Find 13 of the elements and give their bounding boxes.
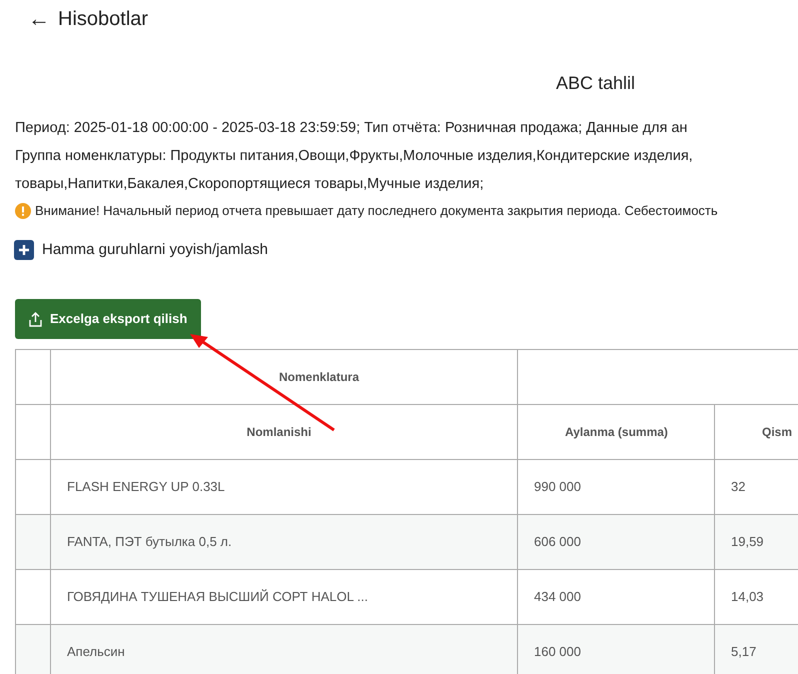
report-parameters-line: Период: 2025-01-18 00:00:00 - 2025-03-18 23:59:59; Тип отчёта: Розничная продажа; Данные для ан <box>15 119 688 138</box>
expand-plus-icon[interactable] <box>14 240 34 260</box>
warning-icon <box>15 203 31 219</box>
group-header-cell: Nomenklatura <box>50 350 518 404</box>
page-title: Hisobotlar <box>58 6 148 32</box>
export-excel-button[interactable]: Excelga eksport qilish <box>15 299 202 339</box>
toggle-groups-link[interactable]: Hamma guruhlarni yoyish/jamlash <box>42 238 268 262</box>
warning-text: Внимание! Начальный период отчета превышает дату последнего документа закрытия периода. Себестоимость <box>35 202 718 220</box>
back-arrow-icon[interactable]: ← <box>28 8 50 30</box>
report-parameters-line: Группа номенклатуры: Продукты питания,Овощи,Фрукты,Молочные изделия,Кондитерские изделия, <box>15 147 694 166</box>
report-parameters-line: товары,Напитки,Бакалея,Скоропортящиеся товары,Мучные изделия; <box>15 175 485 194</box>
report-title: ABC tahlil <box>556 72 636 94</box>
upload-icon <box>29 312 42 326</box>
